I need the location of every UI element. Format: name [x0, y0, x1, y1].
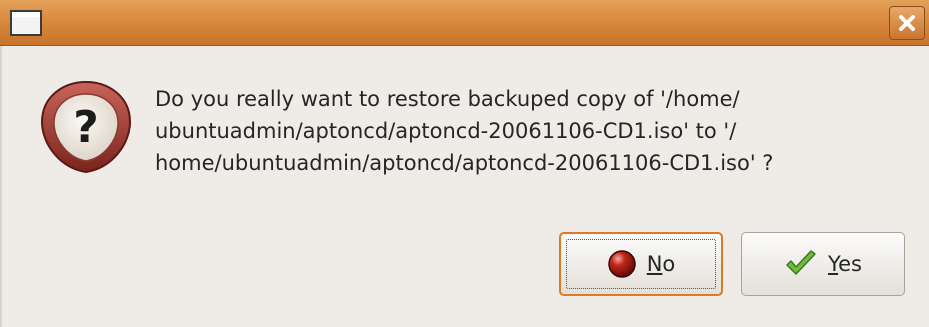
close-button[interactable]: [889, 6, 925, 40]
question-warning-icon: ?: [40, 80, 132, 174]
no-button[interactable]: No: [559, 232, 723, 296]
focus-ring: [566, 239, 716, 289]
window-menu-icon[interactable]: [10, 10, 42, 36]
svg-text:?: ?: [73, 102, 99, 153]
title-bar[interactable]: [0, 0, 929, 46]
close-icon: [899, 15, 915, 31]
dialog-message: Do you really want to restore backuped c…: [155, 83, 915, 179]
yes-button[interactable]: Yes: [741, 232, 905, 296]
message-line: ubuntuadmin/aptoncd/aptoncd-20061106-CD1…: [155, 119, 737, 143]
dialog-window: ? Do you really want to restore backuped…: [0, 0, 929, 327]
yes-button-label: Yes: [828, 252, 862, 276]
message-line: home/ubuntuadmin/aptoncd/aptoncd-2006110…: [155, 151, 774, 175]
dialog-content: ? Do you really want to restore backuped…: [0, 46, 929, 327]
check-icon: [786, 250, 816, 275]
message-line: Do you really want to restore backuped c…: [155, 87, 740, 111]
